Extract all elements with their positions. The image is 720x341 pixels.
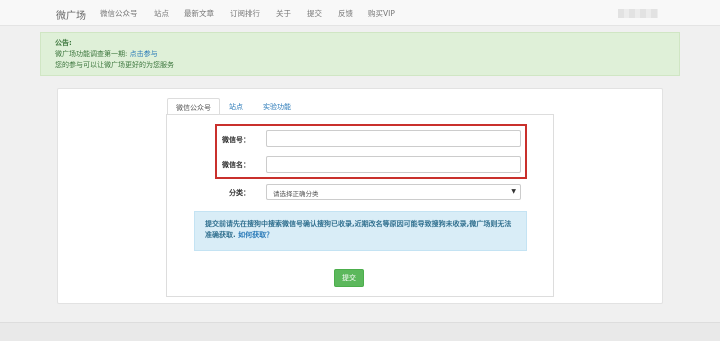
- survey-link[interactable]: 点击参与: [130, 50, 158, 58]
- category-select[interactable]: 请选择正确分类 ▼: [266, 184, 521, 200]
- info-alert: 提交前请先在搜狗中搜索微信号确认搜狗已收录,近期改名等原因可能导致搜狗未收录,微…: [194, 211, 527, 251]
- category-label: 分类：: [229, 189, 250, 197]
- chevron-down-icon: ▼: [511, 188, 516, 195]
- notice-line-1: 微广场功能调查第一期: 点击参与: [55, 49, 665, 60]
- brand-logo[interactable]: 微广场: [56, 7, 86, 22]
- tab-experimental[interactable]: 实验功能: [255, 98, 299, 115]
- notice-banner: 公告: 微广场功能调查第一期: 点击参与 您的参与可以让微广场更好的为您服务: [40, 32, 680, 76]
- wechat-name-input[interactable]: [266, 156, 521, 173]
- page-footer: [0, 322, 720, 341]
- notice-line-2: 您的参与可以让微广场更好的为您服务: [55, 61, 174, 69]
- submit-button[interactable]: 提交: [334, 269, 364, 287]
- wechat-name-label: 微信名：: [222, 161, 250, 169]
- nav-item-sites[interactable]: 站点: [154, 8, 169, 19]
- tab-sites[interactable]: 站点: [221, 98, 251, 115]
- nav-item-vip[interactable]: 购买VIP: [368, 8, 395, 19]
- submit-card: 微信公众号 站点 实验功能 微信号： 微信名： 分类： 请选择正确分类 ▼ 提交…: [57, 88, 663, 304]
- nav-item-ranking[interactable]: 订阅排行: [230, 8, 260, 19]
- wechat-id-label: 微信号：: [222, 136, 250, 144]
- top-navbar: 微广场 微信公众号 站点 最新文章 订阅排行 关于 提交 反馈 购买VIP: [0, 0, 720, 26]
- tab-wechat[interactable]: 微信公众号: [167, 98, 220, 115]
- how-to-get-link[interactable]: 如何获取？: [238, 231, 273, 239]
- notice-text: 微广场功能调查第一期:: [55, 50, 130, 58]
- nav-item-feedback[interactable]: 反馈: [338, 8, 353, 19]
- notice-title: 公告:: [55, 39, 72, 47]
- nav-item-about[interactable]: 关于: [276, 8, 291, 19]
- user-avatar[interactable]: [618, 9, 658, 18]
- nav-item-latest[interactable]: 最新文章: [184, 8, 214, 19]
- category-selected-value: 请选择正确分类: [273, 190, 319, 198]
- nav-item-submit[interactable]: 提交: [307, 8, 322, 19]
- wechat-id-input[interactable]: [266, 130, 521, 147]
- nav-item-wechat[interactable]: 微信公众号: [100, 8, 138, 19]
